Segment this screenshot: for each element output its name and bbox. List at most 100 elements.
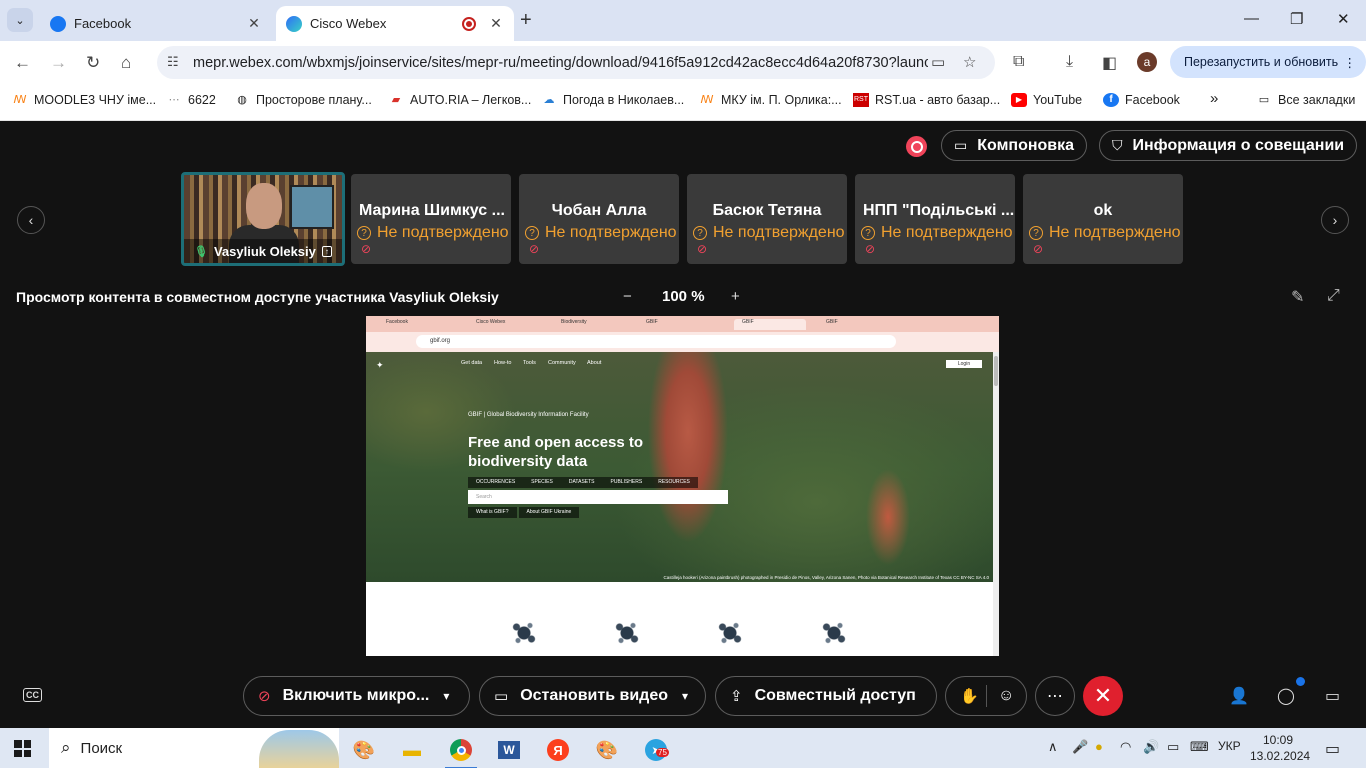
raise-hand-icon[interactable]: ✋ [960, 687, 979, 705]
bookmark-item[interactable]: ⋯ 6622 [166, 93, 216, 107]
tab-facebook[interactable]: Facebook ✕ [40, 6, 272, 41]
forward-button[interactable]: → [50, 53, 67, 73]
bookmark-item[interactable]: ◍ Просторове плану... [234, 93, 372, 107]
gbif-nav-item: Community [548, 360, 576, 366]
bookmark-item[interactable]: ꟿ MOODLE3 ЧНУ іме... [12, 93, 156, 107]
microphone-icon[interactable]: 🎤 [1072, 739, 1088, 755]
gbif-nav-item: Get data [461, 360, 483, 366]
tab-cisco-webex[interactable]: Cisco Webex ✕ [276, 6, 514, 41]
star-icon[interactable]: ☆ [963, 53, 976, 71]
unmute-button[interactable]: ⊘ Включить микро... ▾ [243, 676, 470, 716]
captions-icon[interactable]: CC [23, 688, 42, 702]
meeting-info-button[interactable]: ⛉ Информация о совещании [1099, 130, 1358, 161]
minimize-button[interactable]: — [1244, 10, 1259, 27]
monitor-icon[interactable]: ▭ [1167, 739, 1179, 755]
close-icon[interactable]: ✕ [246, 15, 262, 32]
download-icon[interactable]: ⤓ [1066, 53, 1073, 71]
chevron-down-icon[interactable]: ▾ [443, 689, 449, 703]
stop-video-button[interactable]: ▭ Остановить видео ▾ [479, 676, 706, 716]
share-label: Совместный доступ [754, 687, 916, 704]
participant-tile[interactable]: Марина Шимкус ... ? Не подтверждено ⊘ [351, 174, 511, 264]
new-tab-button[interactable]: + [520, 9, 532, 32]
gbif-nav-item: Tools [523, 360, 536, 366]
gbif-headline: Free and open access to biodiversity dat… [468, 434, 644, 470]
shared-tab-strip: Facebook Cisco Webex Biodiversity GBIF G… [366, 316, 999, 332]
more-options-button[interactable]: ⋯ [1035, 676, 1075, 716]
back-button[interactable]: ← [14, 53, 31, 73]
participant-tile[interactable]: НПП "Подільські ... ? Не подтверждено ⊘ [855, 174, 1015, 264]
bookmark-item[interactable]: ▰ AUTO.RIA – Легков... [388, 93, 532, 107]
profile-avatar[interactable]: a [1137, 52, 1157, 72]
chrome-icon[interactable] [441, 734, 481, 768]
gbif-category: SPECIES [531, 479, 553, 485]
question-icon: ? [693, 226, 707, 240]
self-label: 🎙 Vasyliuk Oleksiy ↑ [184, 239, 342, 263]
bookmark-item[interactable]: ▶ YouTube [1011, 93, 1082, 107]
restore-button[interactable]: ❐ [1290, 10, 1303, 28]
telegram-icon[interactable]: ➤ 75 [636, 734, 676, 766]
file-explorer-icon[interactable]: ▬ [392, 734, 432, 766]
windows-start-button[interactable] [14, 740, 31, 757]
participant-status: ? Не подтверждено [357, 224, 509, 242]
close-icon[interactable]: ✕ [488, 15, 504, 32]
bookmark-item[interactable]: f Facebook [1103, 93, 1180, 107]
chevron-down-icon[interactable]: ▾ [682, 689, 688, 703]
question-icon: ? [1029, 226, 1043, 240]
participant-name: Чобан Алла [551, 202, 647, 219]
address-bar[interactable]: ☷ mepr.webex.com/wbxmjs/joinservice/site… [157, 46, 995, 79]
video-icon[interactable]: ▭ [931, 53, 945, 71]
webex-icon [286, 15, 302, 32]
bookmark-item[interactable]: RST RST.ua - авто базар... [853, 93, 1000, 107]
site-info-icon[interactable]: ☷ [167, 54, 179, 70]
extensions-icon[interactable]: ⧉ [1013, 53, 1024, 71]
folder-icon[interactable]: ▭ [1325, 686, 1340, 706]
volume-icon[interactable]: 🔊 [1143, 739, 1159, 755]
taskbar-search[interactable]: ⌕ Поиск [49, 728, 339, 768]
more-bookmarks-button[interactable]: » [1210, 90, 1218, 107]
yandex-icon[interactable]: Я [538, 734, 578, 766]
participant-tile[interactable]: ok ? Не подтверждено ⊘ [1023, 174, 1183, 264]
strip-prev-button[interactable]: ‹ [17, 206, 45, 234]
tab-strip: ⌄ Facebook ✕ Cisco Webex ✕ + — ❐ ✕ [0, 0, 1366, 41]
language-indicator[interactable]: УКР [1218, 739, 1241, 753]
strip-next-button[interactable]: › [1321, 206, 1349, 234]
participant-tile[interactable]: Чобан Алла ? Не подтверждено ⊘ [519, 174, 679, 264]
emoji-icon[interactable]: ☺ [998, 687, 1014, 705]
more-horiz-icon: ⋯ [1047, 688, 1063, 705]
more-vert-icon[interactable]: ⋮ [1344, 55, 1357, 70]
paint-app-icon[interactable]: 🎨 [344, 734, 384, 766]
bookmark-item[interactable]: ꟿ МКУ ім. П. Орлика:... [699, 93, 841, 107]
tray-overflow-icon[interactable]: ∧ [1048, 739, 1058, 755]
chat-icon[interactable]: ◯ [1277, 686, 1295, 706]
leave-meeting-button[interactable]: ✕ [1083, 676, 1123, 716]
clock[interactable]: 10:09 13.02.2024 [1250, 732, 1310, 764]
word-icon[interactable]: W [489, 734, 529, 766]
wifi-icon[interactable]: ◠ [1120, 739, 1131, 755]
participants-icon[interactable]: 👤 [1229, 686, 1249, 706]
participant-status: ? Не подтверждено [693, 224, 845, 242]
mic-off-icon: ⊘ [258, 688, 271, 705]
close-window-button[interactable]: ✕ [1337, 10, 1350, 28]
notifications-icon[interactable]: ▭ [1325, 739, 1340, 759]
dots-icon: ⋯ [168, 94, 180, 106]
share-button[interactable]: ⇪ Совместный доступ [715, 676, 937, 716]
participant-tile[interactable]: Басюк Тетяна ? Не подтверждено ⊘ [687, 174, 847, 264]
self-video-tile[interactable]: 🎙 Vasyliuk Oleksiy ↑ [181, 172, 345, 266]
app-tray-icon[interactable]: ● [1095, 739, 1103, 754]
side-panel-icon[interactable]: ◧ [1102, 53, 1117, 73]
shared-screen[interactable]: Facebook Cisco Webex Biodiversity GBIF G… [366, 316, 999, 656]
all-bookmarks-button[interactable]: ▭ Все закладки [1256, 93, 1356, 107]
fullscreen-icon[interactable]: ⤢ [1327, 287, 1340, 305]
layout-button[interactable]: ▭ Компоновка [941, 130, 1088, 161]
zoom-in-button[interactable]: + [731, 288, 740, 305]
tab-search-button[interactable]: ⌄ [7, 8, 33, 32]
bookmark-item[interactable]: ☁ Погода в Николаев... [541, 93, 685, 107]
relaunch-button[interactable]: Перезапустить и обновить ⋮ [1170, 46, 1366, 78]
keyboard-icon[interactable]: ⌨ [1190, 739, 1209, 755]
photos-app-icon[interactable]: 🎨 [587, 734, 627, 766]
home-button[interactable]: ⌂ [121, 53, 131, 73]
shared-tab: Cisco Webex [476, 319, 506, 325]
zoom-out-button[interactable]: − [623, 288, 632, 305]
reload-button[interactable]: ↻ [86, 53, 100, 73]
annotate-icon[interactable]: ✎ [1291, 287, 1304, 307]
